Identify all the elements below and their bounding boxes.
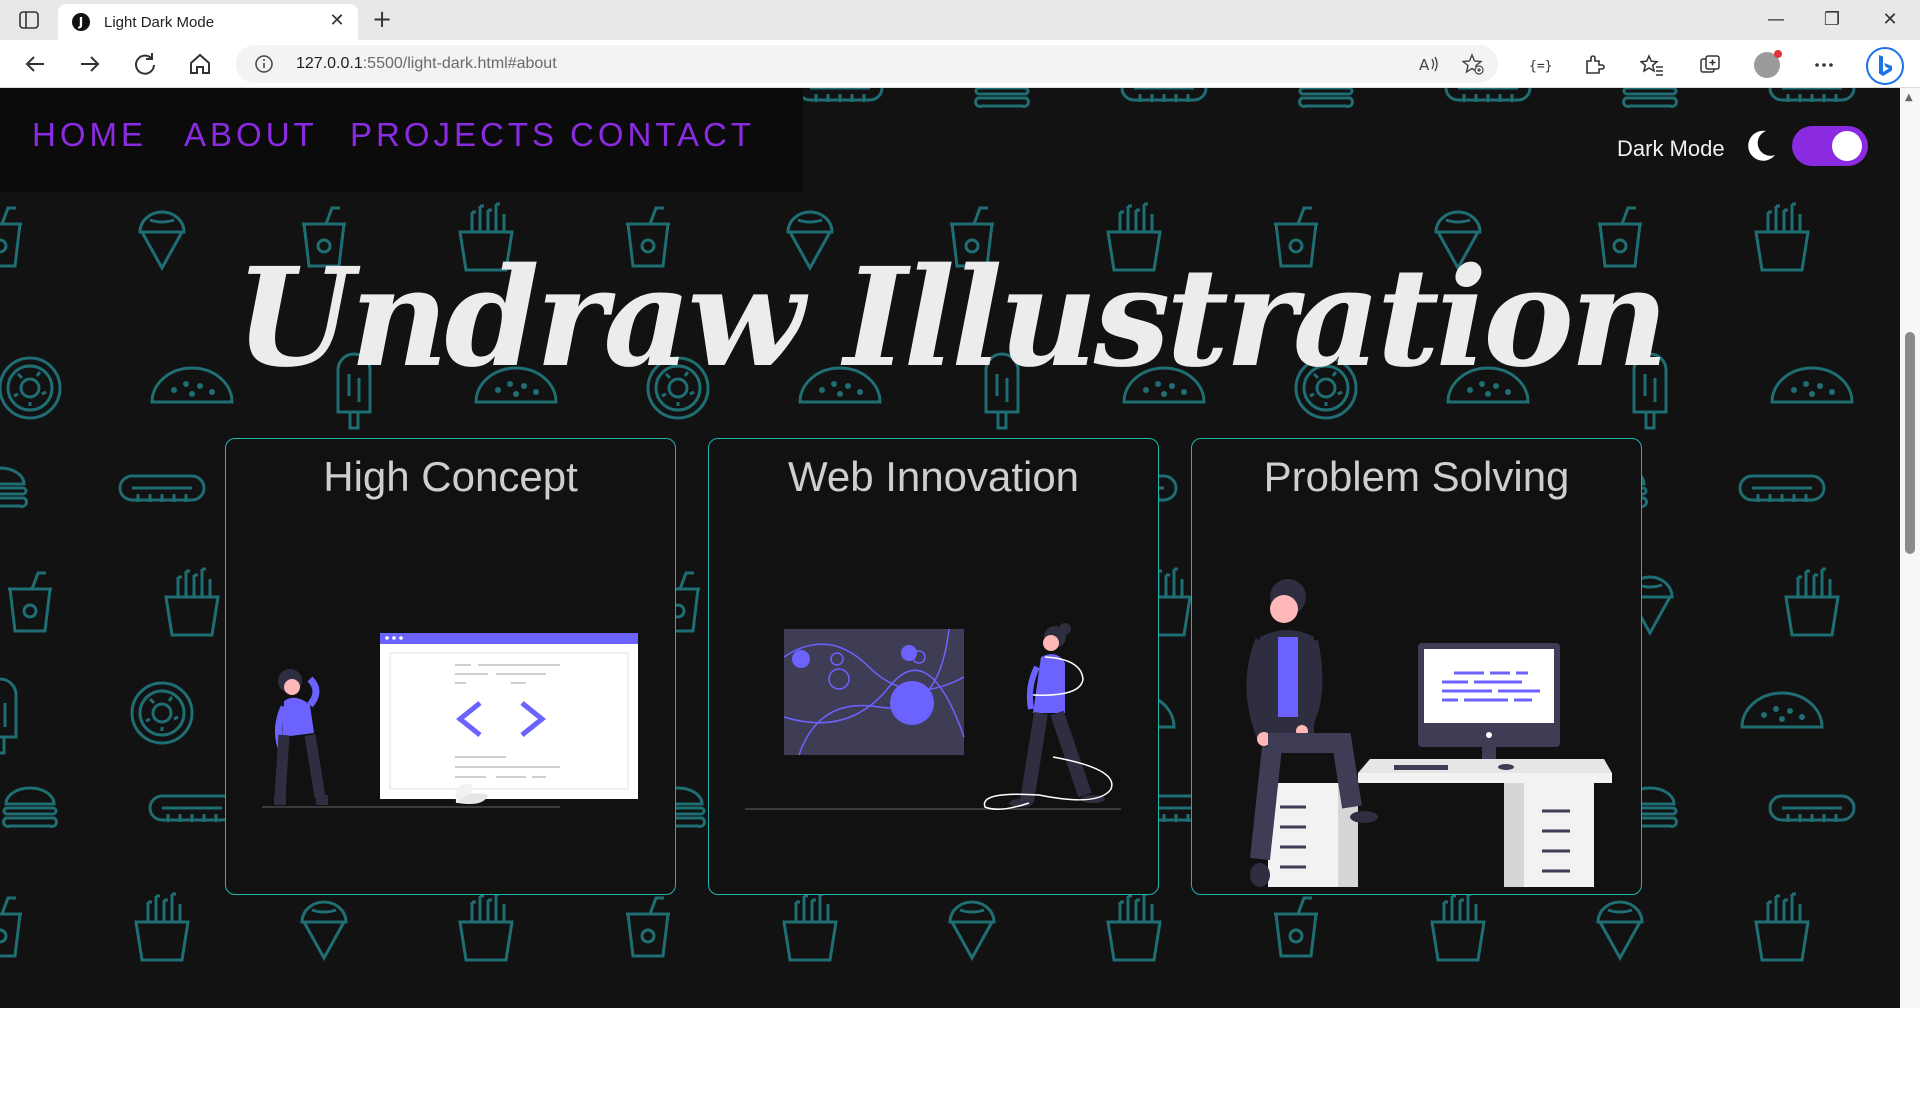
copilot-icon[interactable] [1866, 47, 1904, 85]
cone-pattern-icon [300, 900, 348, 960]
nav-home-link[interactable]: HOME [32, 116, 147, 154]
burger-pattern-icon [974, 88, 1030, 108]
tab-title: Light Dark Mode [104, 14, 215, 31]
json-viewer-icon[interactable]: {=} [1528, 53, 1552, 77]
page-scrollbar[interactable]: ▲ [1900, 88, 1920, 1008]
favicon-icon: J [72, 13, 90, 31]
hotdog-pattern-icon [1120, 88, 1208, 104]
cup-pattern-icon [6, 571, 54, 633]
home-icon[interactable] [185, 49, 215, 79]
collections-icon[interactable] [1698, 53, 1722, 77]
cone-pattern-icon [1596, 900, 1644, 960]
top-navigation: HOME ABOUT PROJECTS CONTACT [0, 88, 803, 192]
browser-tab[interactable]: J Light Dark Mode ✕ [58, 4, 358, 40]
taco-pattern-icon [1740, 691, 1824, 729]
scroll-thumb[interactable] [1905, 332, 1915, 554]
fries-pattern-icon [1430, 892, 1486, 962]
card-web-innovation: Web Innovation [708, 438, 1159, 895]
profile-avatar[interactable] [1754, 50, 1782, 78]
scroll-up-icon[interactable]: ▲ [1905, 92, 1913, 103]
page-viewport: HOME ABOUT PROJECTS CONTACT Dark Mode Un… [0, 88, 1900, 1008]
fries-pattern-icon [782, 892, 838, 962]
burger-pattern-icon [0, 466, 28, 508]
browser-tab-bar: J Light Dark Mode ✕ + — ❐ ✕ [0, 0, 1920, 40]
site-info-icon[interactable] [254, 54, 274, 74]
favorites-icon[interactable] [1639, 53, 1664, 77]
hotdog-pattern-icon [1738, 474, 1826, 504]
cone-pattern-icon [948, 900, 996, 960]
donut-pattern-icon [130, 681, 194, 745]
cup-pattern-icon [0, 896, 24, 958]
extensions-icon[interactable] [1582, 53, 1606, 77]
burger-pattern-icon [1622, 88, 1678, 108]
theme-mode-label: Dark Mode [1617, 136, 1725, 161]
cup-pattern-icon [1272, 896, 1320, 958]
forward-icon[interactable] [75, 49, 105, 79]
toggle-knob [1832, 131, 1862, 161]
cup-pattern-icon [624, 896, 672, 958]
address-host: 127.0.0.1 [296, 55, 363, 72]
fries-pattern-icon [1754, 892, 1810, 962]
minimize-icon[interactable]: — [1756, 6, 1796, 34]
hotdog-pattern-icon [1768, 794, 1856, 824]
hotdog-pattern-icon [1444, 88, 1532, 104]
burger-pattern-icon [2, 786, 58, 828]
read-aloud-icon[interactable]: A [1418, 53, 1440, 75]
dark-mode-toggle[interactable] [1792, 126, 1868, 166]
add-favorite-icon[interactable] [1461, 53, 1484, 75]
address-text: 127.0.0.1:5500/light-dark.html#about [296, 55, 557, 73]
hero-title: Undraw Illustration [235, 238, 1669, 398]
address-path: :5500/light-dark.html#about [362, 55, 557, 72]
card-high-concept: High Concept [225, 438, 676, 895]
new-tab-button[interactable]: + [368, 6, 396, 34]
code-window-illustration [262, 633, 638, 808]
close-window-icon[interactable]: ✕ [1870, 6, 1910, 34]
hotdog-pattern-icon [1768, 88, 1856, 104]
notification-dot [1774, 50, 1782, 58]
hotdog-pattern-icon [796, 88, 884, 104]
popsicle-pattern-icon [0, 677, 18, 755]
address-bar[interactable]: 127.0.0.1:5500/light-dark.html#about A [236, 45, 1498, 83]
close-tab-icon[interactable]: ✕ [326, 10, 348, 32]
nav-about-link[interactable]: ABOUT [184, 116, 318, 154]
page-blank-area [0, 1008, 1920, 1118]
fries-pattern-icon [458, 892, 514, 962]
svg-text:A: A [1419, 56, 1430, 74]
fries-pattern-icon [134, 892, 190, 962]
card-title: High Concept [323, 453, 578, 500]
nav-contact-link[interactable]: CONTACT [570, 116, 755, 154]
restore-icon[interactable]: ❐ [1812, 6, 1852, 34]
moon-icon [1744, 128, 1778, 162]
svg-text:{=}: {=} [1529, 59, 1552, 74]
fries-pattern-icon [1784, 567, 1840, 637]
fries-pattern-icon [164, 567, 220, 637]
burger-pattern-icon [1298, 88, 1354, 108]
card-title: Problem Solving [1263, 453, 1570, 500]
fries-pattern-icon [1106, 892, 1162, 962]
refresh-icon[interactable] [130, 49, 160, 79]
browser-toolbar: 127.0.0.1:5500/light-dark.html#about A {… [0, 40, 1920, 88]
nav-projects-link[interactable]: PROJECTS [350, 116, 558, 154]
tab-actions-icon[interactable] [18, 9, 40, 31]
card-title: Web Innovation [787, 453, 1080, 500]
back-icon[interactable] [20, 49, 50, 79]
hotdog-pattern-icon [148, 794, 236, 824]
abstract-art-illustration [745, 623, 1121, 810]
developer-desk-illustration [1246, 579, 1612, 887]
more-menu-icon[interactable] [1812, 53, 1836, 77]
hotdog-pattern-icon [118, 474, 206, 504]
card-problem-solving: Problem Solving [1191, 438, 1642, 895]
